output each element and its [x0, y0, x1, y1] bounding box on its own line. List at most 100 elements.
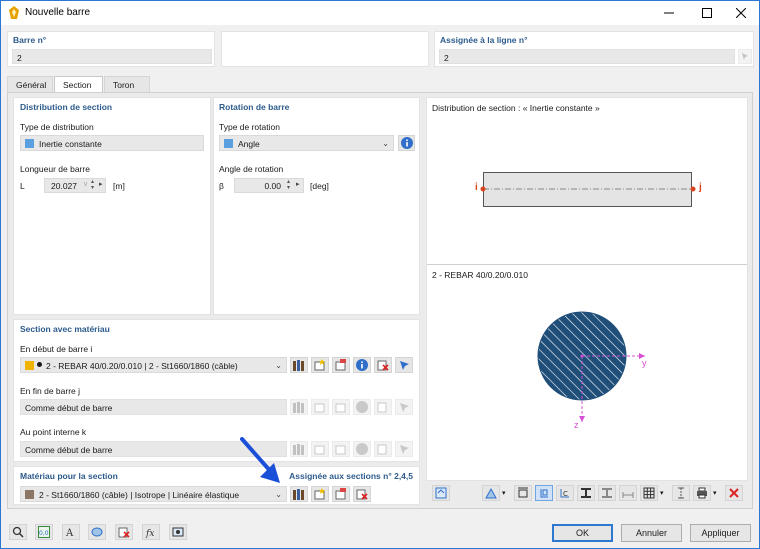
material-library-button[interactable]	[290, 486, 308, 502]
delete-section-button-end[interactable]	[374, 399, 392, 415]
section-info-button[interactable]	[353, 357, 371, 373]
section-info-button-internal[interactable]	[353, 441, 371, 457]
tab-toron[interactable]: Toron	[104, 76, 150, 93]
library-button-end[interactable]	[290, 399, 308, 415]
close-icon	[736, 8, 746, 18]
tab-general[interactable]: Général	[7, 76, 53, 93]
section-info-button-end[interactable]	[353, 399, 371, 415]
reset-view-button[interactable]	[725, 485, 743, 501]
member-axis	[480, 186, 696, 192]
preview-sync-button[interactable]	[432, 485, 450, 501]
text-style-button[interactable]: A	[62, 524, 80, 540]
node-i-label: i	[475, 182, 478, 193]
edit-section-button-end[interactable]	[332, 399, 350, 415]
view-mode-button[interactable]	[482, 485, 500, 501]
delete-icon	[377, 444, 387, 455]
dimensions-button[interactable]	[514, 485, 532, 501]
view-3d-button[interactable]	[88, 524, 106, 540]
grid-dropdown-icon[interactable]: ▾	[660, 489, 664, 497]
end-section-field[interactable]: Comme début de barre	[20, 399, 287, 415]
distribution-type-value: Inertie constante	[39, 139, 102, 149]
centroid-button[interactable]: C	[556, 485, 574, 501]
units-button[interactable]: 0,0	[35, 524, 53, 540]
section-material-heading: Section avec matériau	[20, 324, 110, 334]
rotation-type-select[interactable]: Angle ⌄	[219, 135, 394, 151]
edit-icon	[335, 488, 346, 500]
length-dropdown-icon[interactable]: ∨	[83, 180, 88, 188]
ok-button[interactable]: OK	[552, 524, 613, 542]
delete-icon	[377, 402, 387, 413]
apply-button[interactable]: Appliquer	[690, 524, 751, 542]
delete-section-button[interactable]	[374, 357, 392, 373]
length-input[interactable]: 20.027 ∨ ▴ ▾ ▸	[44, 178, 106, 193]
material-value: 2 - St1660/1860 (câble) | Isotrope | Lin…	[39, 490, 240, 500]
member-no-field[interactable]: 2	[12, 49, 212, 64]
preview-divider	[427, 264, 747, 265]
svg-text:C: C	[563, 490, 568, 498]
minimize-button[interactable]	[651, 1, 687, 25]
close-button[interactable]	[723, 1, 759, 25]
window-title: Nouvelle barre	[25, 7, 91, 18]
angle-arrow-icon[interactable]: ▸	[296, 180, 300, 188]
angle-spinner-icon[interactable]: ▴ ▾	[287, 179, 290, 191]
material-select[interactable]: 2 - St1660/1860 (câble) | Isotrope | Lin…	[20, 486, 287, 502]
select-line-button[interactable]	[738, 49, 752, 64]
pick-cursor-icon	[400, 445, 409, 454]
search-button[interactable]	[9, 524, 27, 540]
library-icon	[293, 443, 304, 455]
dimension-line-button[interactable]	[619, 485, 637, 501]
formula-button[interactable]: fx	[142, 524, 160, 540]
settings-button[interactable]	[169, 524, 187, 540]
minimize-icon	[664, 12, 674, 14]
start-section-select[interactable]: 2 - REBAR 40/0.20/0.010 | 2 - St1660/186…	[20, 357, 287, 373]
tab-content: Distribution de section Type de distribu…	[7, 92, 753, 509]
assigned-line-field[interactable]: 2	[439, 49, 735, 64]
material-new-button[interactable]	[311, 486, 329, 502]
pick-section-button[interactable]	[395, 357, 413, 373]
pick-section-button-internal[interactable]	[395, 441, 413, 457]
length-spinner-icon[interactable]: ▴ ▾	[91, 179, 94, 191]
delete-section-button-internal[interactable]	[374, 441, 392, 457]
length-arrow-icon[interactable]: ▸	[99, 180, 103, 188]
delete-member-button[interactable]	[115, 524, 133, 540]
i-beam-icon	[581, 488, 591, 498]
end-label: En fin de barre j	[20, 386, 81, 396]
info-icon	[356, 443, 368, 455]
vertical-dimension-button[interactable]	[672, 485, 690, 501]
settings-icon	[172, 527, 184, 537]
print-button[interactable]	[693, 485, 711, 501]
pick-section-button-end[interactable]	[395, 399, 413, 415]
new-section-button[interactable]	[311, 357, 329, 373]
edit-section-button[interactable]	[332, 357, 350, 373]
preview-section-title: 2 - REBAR 40/0.20/0.010	[432, 270, 528, 280]
rotation-info-button[interactable]	[398, 135, 415, 151]
units-icon: 0,0	[38, 526, 50, 538]
svg-text:A: A	[65, 528, 74, 538]
library-button-internal[interactable]	[290, 441, 308, 457]
distribution-type-select[interactable]: Inertie constante	[20, 135, 204, 151]
material-delete-button[interactable]	[353, 486, 371, 502]
view-mode-dropdown-icon[interactable]: ▾	[502, 489, 506, 497]
edit-section-button-internal[interactable]	[332, 441, 350, 457]
rotation-swatch	[224, 139, 233, 148]
i-beam-button[interactable]	[577, 485, 595, 501]
maximize-button[interactable]	[689, 1, 725, 25]
stress-points-button[interactable]	[598, 485, 616, 501]
angle-input[interactable]: 0.00 ▴ ▾ ▸	[234, 178, 304, 193]
cancel-button[interactable]: Annuler	[621, 524, 682, 542]
centroid-icon: C	[560, 489, 569, 498]
grid-button[interactable]	[640, 485, 658, 501]
print-dropdown-icon[interactable]: ▾	[713, 489, 717, 497]
section-axes-button[interactable]	[535, 485, 553, 501]
rotation-type-value: Angle	[238, 139, 260, 149]
member-no-panel: Barre n° 2	[7, 31, 215, 67]
distribution-swatch	[25, 139, 34, 148]
material-edit-button[interactable]	[332, 486, 350, 502]
new-section-button-end[interactable]	[311, 399, 329, 415]
new-section-button-internal[interactable]	[311, 441, 329, 457]
rotation-type-label: Type de rotation	[219, 122, 280, 132]
node-j-label: j	[699, 182, 702, 193]
new-item-icon	[314, 488, 325, 500]
library-button[interactable]	[290, 357, 308, 373]
reset-view-icon	[729, 488, 739, 498]
